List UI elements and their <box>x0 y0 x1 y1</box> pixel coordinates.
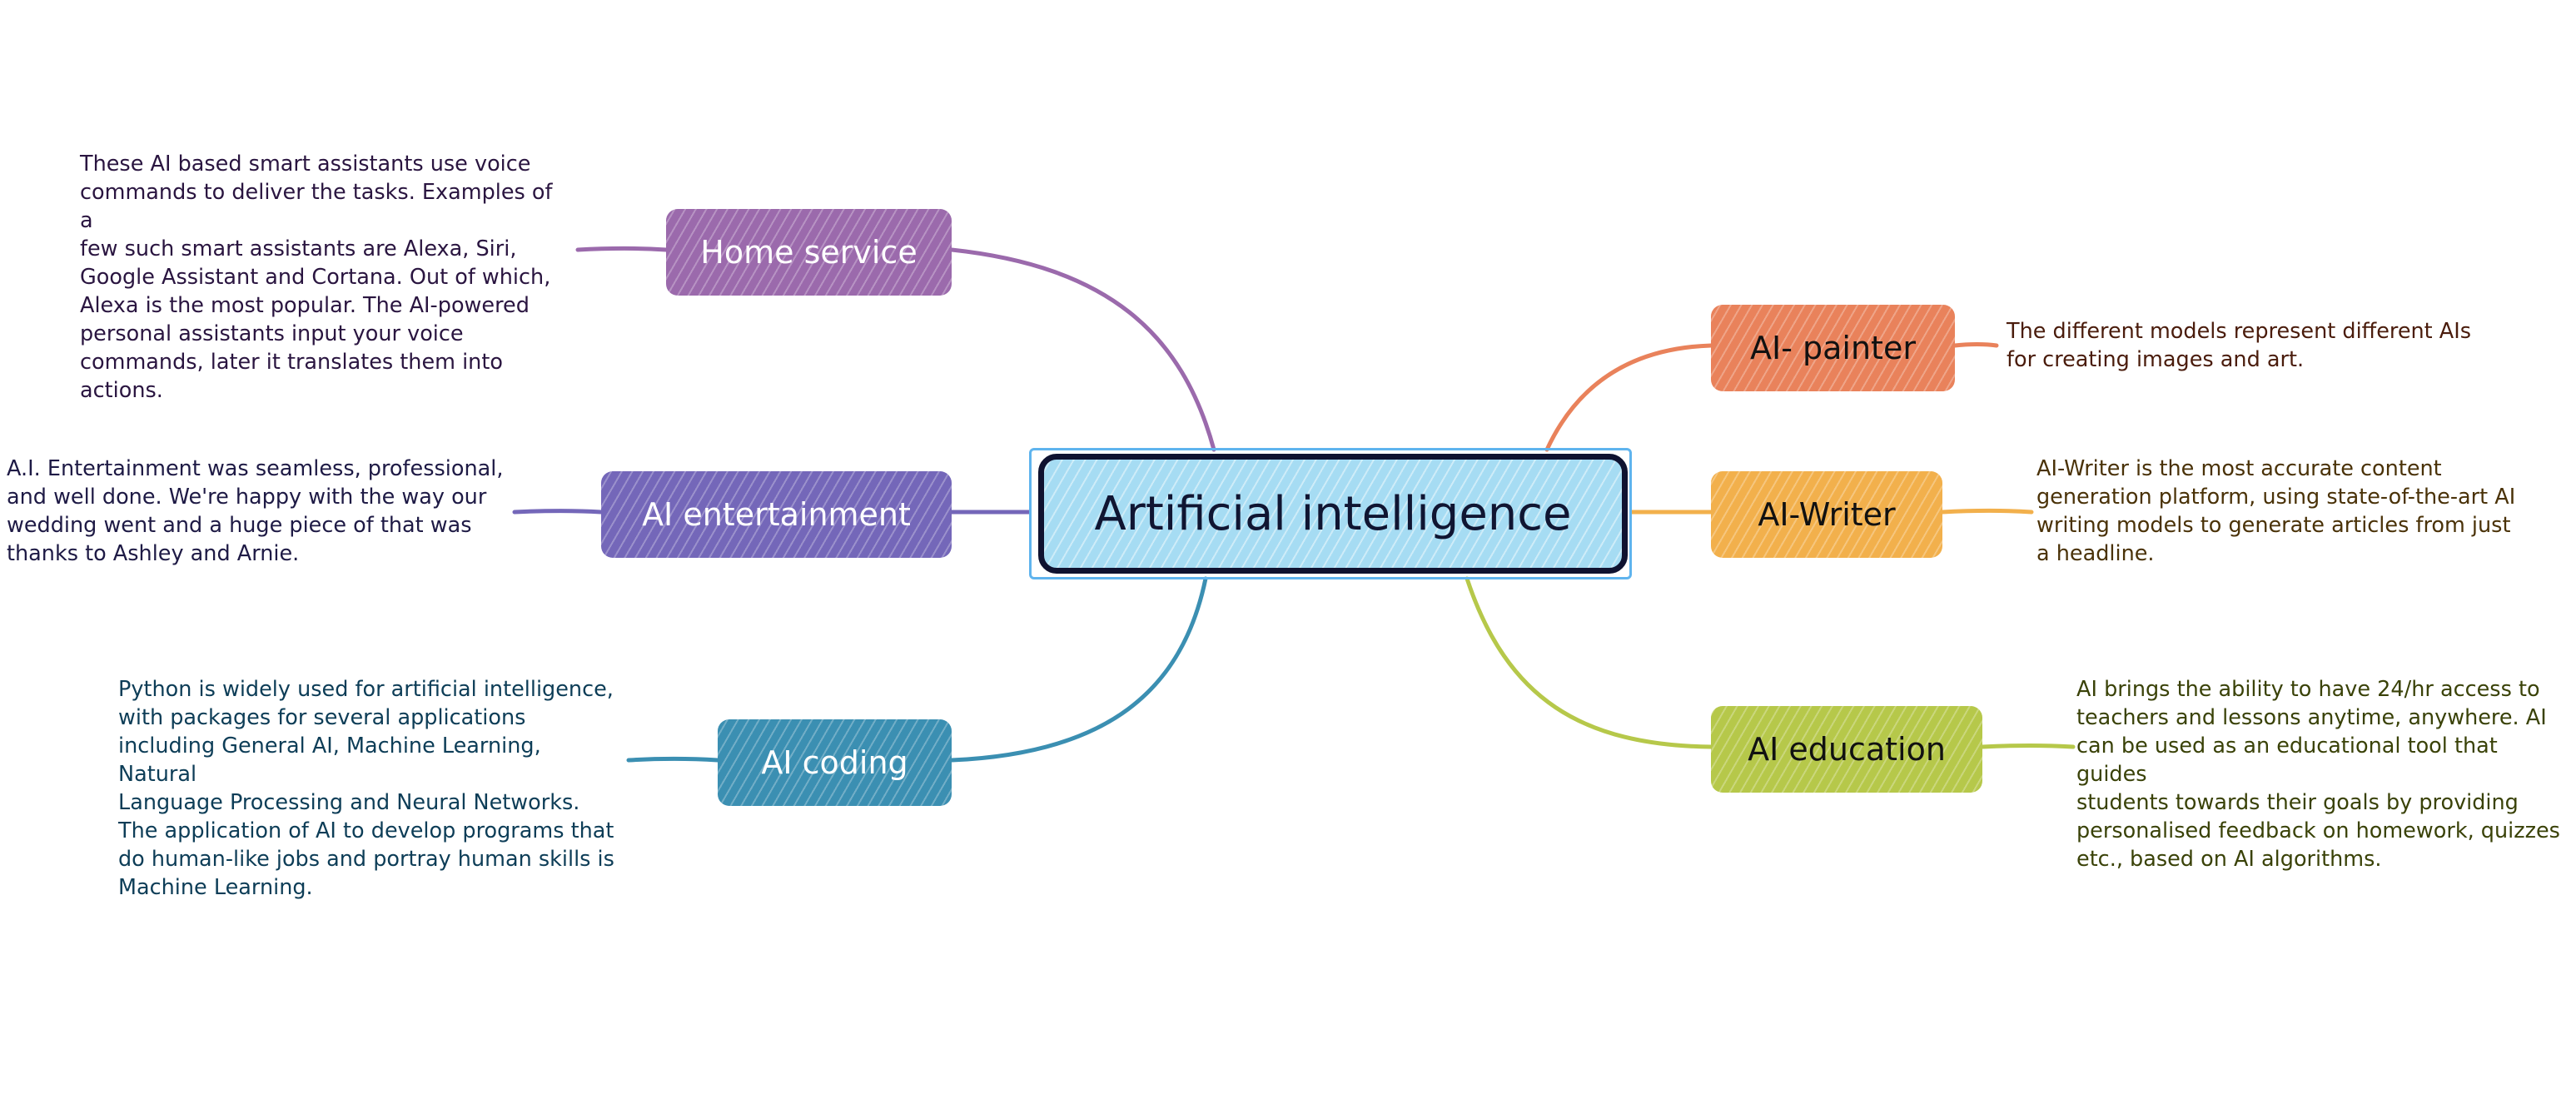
connector-ai-education <box>1465 576 1713 749</box>
connector-ai-entertainment-note <box>512 509 604 515</box>
note-home-service: These AI based smart assistants use voic… <box>80 152 553 403</box>
branch-ai-education[interactable]: AI education <box>1711 706 1982 793</box>
branch-ai-entertainment[interactable]: AI entertainment <box>601 471 952 558</box>
connector-ai-coding <box>949 576 1208 763</box>
branch-ai-painter-label: AI- painter <box>1750 330 1916 366</box>
connector-home-service <box>949 247 1216 452</box>
branch-ai-education-label: AI education <box>1748 731 1946 768</box>
central-topic-selection[interactable]: Artificial intelligence <box>1029 448 1632 579</box>
note-ai-entertainment: A.I. Entertainment was seamless, profess… <box>7 456 504 566</box>
note-ai-coding: Python is widely used for artificial int… <box>118 677 614 900</box>
branch-ai-entertainment-label: AI entertainment <box>642 496 911 533</box>
branch-home-service-label: Home service <box>700 234 918 271</box>
note-ai-education: AI brings the ability to have 24/hr acce… <box>2076 677 2560 872</box>
branch-ai-coding-label: AI coding <box>761 744 908 781</box>
central-topic-label: Artificial intelligence <box>1094 486 1572 541</box>
note-ai-painter: The different models represent different… <box>2007 319 2472 372</box>
branch-ai-writer[interactable]: AI-Writer <box>1711 471 1942 558</box>
branch-ai-coding[interactable]: AI coding <box>718 719 952 806</box>
central-topic[interactable]: Artificial intelligence <box>1038 454 1628 574</box>
branch-ai-writer-label: AI-Writer <box>1758 496 1896 533</box>
connector-home-service-note <box>575 246 669 252</box>
connector-ai-education-note <box>1980 744 2076 749</box>
connector-ai-painter-note <box>1952 342 1999 348</box>
branch-home-service[interactable]: Home service <box>666 209 952 296</box>
connector-ai-coding-note <box>626 757 720 763</box>
note-ai-writer: AI-Writer is the most accurate content g… <box>2036 456 2516 566</box>
branch-ai-painter[interactable]: AI- painter <box>1711 305 1955 391</box>
connector-ai-writer-note <box>1940 509 2034 515</box>
connector-ai-painter <box>1544 343 1713 452</box>
mind-map-canvas: Artificial intelligence Home service AI … <box>0 0 2576 1119</box>
